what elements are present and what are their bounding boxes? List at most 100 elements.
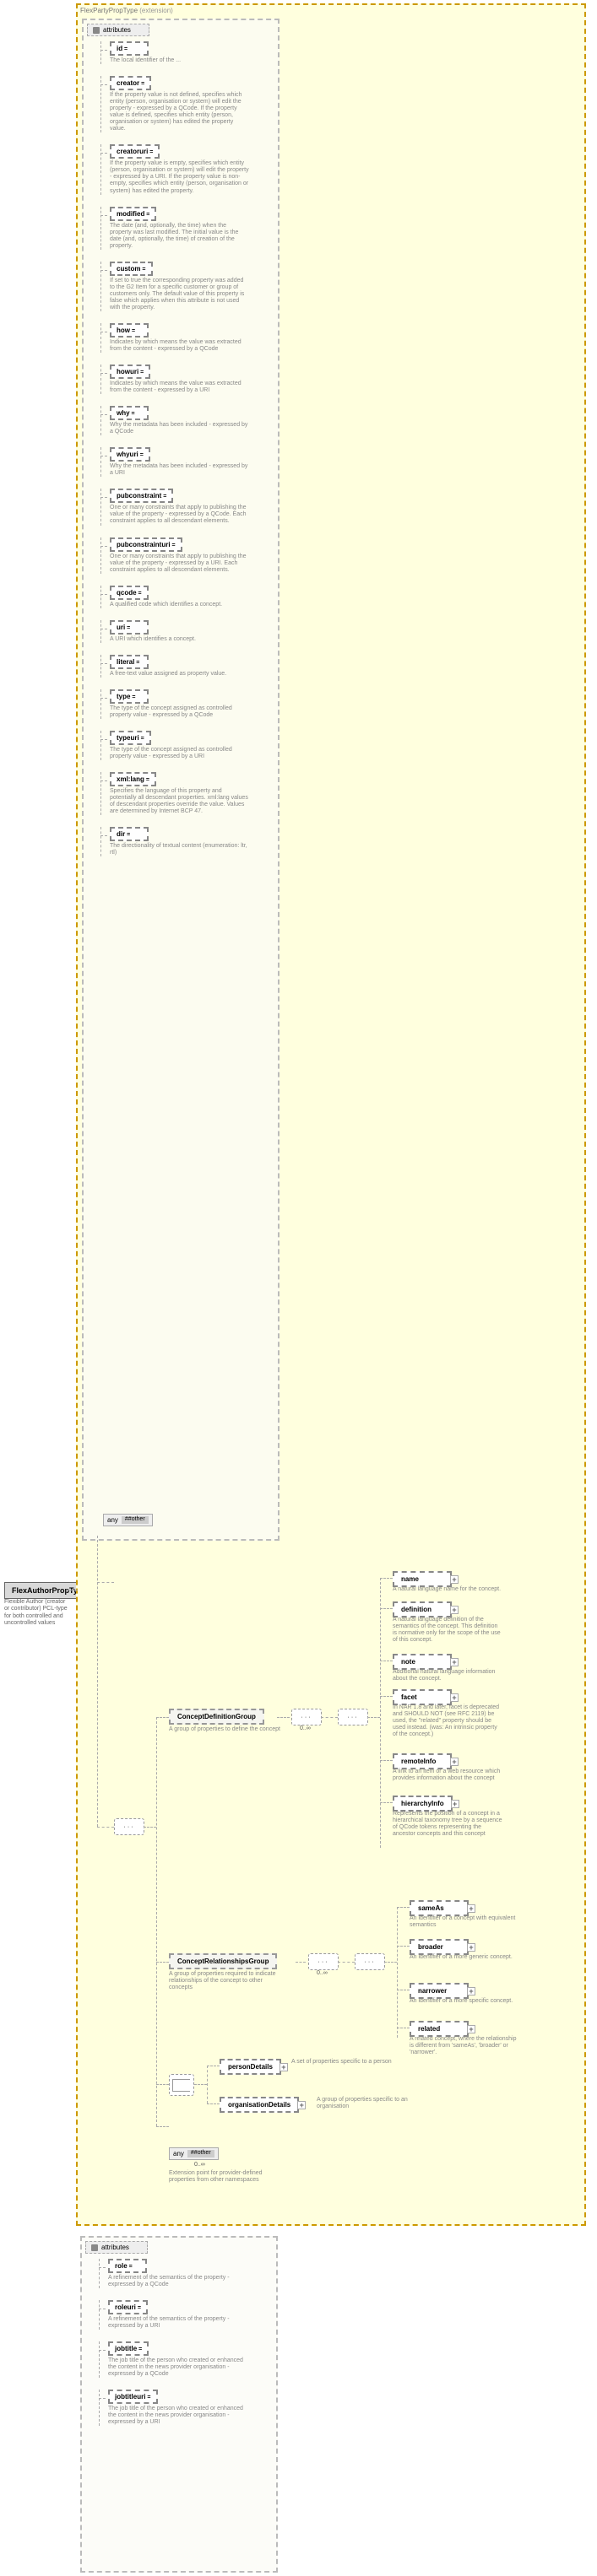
attribute-name: roleuri = — [108, 2300, 148, 2314]
attribute-name: creatoruri = — [110, 144, 160, 159]
any-namespace: ##other — [187, 2150, 214, 2157]
person-details-element: personDetails — [220, 2059, 281, 2075]
connector-line — [156, 1962, 169, 1963]
connector-line — [380, 1696, 393, 1697]
attributes-header: attributes — [87, 24, 149, 36]
sequence-connector: ··· — [355, 1953, 385, 1970]
extension-label: FlexPartyPropType (extension) — [80, 7, 173, 14]
attribute-desc: If the property value is empty, specifie… — [110, 160, 249, 194]
element-facet: facet — [393, 1689, 452, 1705]
group-name: ConceptDefinitionGroup — [177, 1713, 256, 1720]
element-related: related — [410, 2021, 469, 2037]
attribute-item: uri =A URI which identifies a concept. — [100, 620, 278, 643]
connector-line — [397, 1907, 410, 1908]
connector-line — [380, 1608, 393, 1609]
connector-line — [380, 1578, 393, 1579]
attribute-desc: The type of the concept assigned as cont… — [110, 747, 249, 760]
any-attribute-box: any ##other — [103, 1514, 153, 1526]
element-hierarchyinfo: hierarchyInfo — [393, 1796, 453, 1812]
attributes-header: attributes — [85, 2241, 148, 2254]
connector-line — [380, 1578, 381, 1848]
attribute-desc: The type of the concept assigned as cont… — [110, 705, 249, 719]
element-definition: definition — [393, 1601, 452, 1617]
attribute-name: pubconstraint = — [110, 489, 173, 503]
connector-line — [194, 2084, 207, 2085]
connector-line — [97, 1582, 114, 1583]
element-desc: A link to an item or a web resource whic… — [393, 1769, 502, 1782]
element-broader: broader — [410, 1939, 469, 1955]
element-desc: A natural language name for the concept. — [393, 1586, 502, 1593]
attributes-icon — [91, 2244, 98, 2251]
any-namespace: ##other — [122, 1516, 149, 1524]
attribute-desc: A free-text value assigned as property v… — [110, 671, 249, 678]
attribute-desc: A refinement of the semantics of the pro… — [108, 2316, 247, 2330]
attributes-list: role = A refinement of the semantics of t… — [82, 2259, 276, 2426]
connector-line — [277, 1717, 290, 1718]
concept-relationships-group: ConceptRelationshipsGroup — [169, 1953, 277, 1969]
attribute-item: jobtitleuri =The job title of the person… — [99, 2390, 276, 2426]
any-element-box: any ##other — [169, 2147, 219, 2160]
connector-line — [97, 1827, 114, 1828]
any-label: any — [173, 2150, 184, 2157]
attribute-desc: The directionality of textual content (e… — [110, 843, 249, 856]
attribute-name: role = — [108, 2259, 147, 2273]
sequence-connector: ··· — [338, 1709, 368, 1725]
any-element-desc: Extension point for provider-defined pro… — [169, 2170, 279, 2184]
attribute-item: why =Why the metadata has been included … — [100, 406, 278, 435]
attribute-name: dir = — [110, 827, 149, 841]
attribute-name: uri = — [110, 620, 149, 635]
attribute-desc: The date (and, optionally, the time) whe… — [110, 223, 249, 250]
element-name: name — [393, 1571, 452, 1587]
attribute-item: custom = If set to true the corresponding… — [100, 262, 278, 311]
attribute-desc: A qualified code which identifies a conc… — [110, 602, 249, 608]
connector-line — [397, 1946, 410, 1947]
attributes-list: id =The local identifier of the ... creat… — [84, 41, 278, 856]
group-name: ConceptRelationshipsGroup — [177, 1958, 269, 1965]
attributes-header-label: attributes — [103, 26, 131, 34]
element-narrower: narrower — [410, 1983, 469, 1999]
attribute-desc: Indicates by which means the value was e… — [110, 381, 249, 394]
attributes-container-1: attributes id =The local identifier of t… — [82, 19, 280, 1541]
attribute-item: id =The local identifier of the ... — [100, 41, 278, 64]
attribute-item: roleuri = A refinement of the semantics o… — [99, 2300, 276, 2330]
extension-type-name: FlexPartyPropType — [80, 7, 138, 14]
organisation-details-element: organisationDetails — [220, 2097, 299, 2113]
attribute-name: jobtitle = — [108, 2341, 149, 2356]
attribute-desc: If the property value is not defined, sp… — [110, 92, 249, 132]
attribute-desc: The local identifier of the ... — [110, 57, 249, 64]
element-desc: Represents the position of a concept in … — [393, 1811, 502, 1838]
attribute-name: how = — [110, 323, 149, 338]
attribute-item: pubconstraint =One or many constraints t… — [100, 489, 278, 525]
attribute-item: modified =The date (and, optionally, the… — [100, 207, 278, 250]
attribute-name: creator = — [110, 76, 151, 90]
concept-definition-group: ConceptDefinitionGroup — [169, 1709, 264, 1725]
connector-line — [97, 1536, 98, 1827]
attribute-item: whyuri =Why the metadata has been includ… — [100, 447, 278, 477]
attribute-name: xml:lang = — [110, 772, 156, 786]
attribute-desc: One or many constraints that apply to pu… — [110, 554, 249, 574]
any-label: any — [107, 1516, 118, 1524]
attribute-item: how =Indicates by which means the value … — [100, 323, 278, 353]
attribute-name: custom = — [110, 262, 153, 276]
sequence-connector: ··· — [308, 1953, 339, 1970]
attribute-name: whyuri = — [110, 447, 150, 462]
element-note: note — [393, 1654, 452, 1670]
attribute-item: typeuri =The type of the concept assigne… — [100, 731, 278, 760]
element-sameas: sameAs — [410, 1900, 469, 1916]
concept-relationships-group-desc: A group of properties required to indica… — [169, 1971, 287, 1991]
attribute-item: role = A refinement of the semantics of t… — [99, 2259, 276, 2288]
person-details-desc: A set of properties specific to a person — [291, 2059, 401, 2066]
attribute-desc: The job title of the person who created … — [108, 2357, 247, 2378]
attributes-header-label: attributes — [101, 2244, 129, 2251]
attribute-item: dir = The directionality of textual conte… — [100, 827, 278, 856]
attribute-desc: If set to true the corresponding propert… — [110, 278, 249, 311]
attribute-desc: A refinement of the semantics of the pro… — [108, 2275, 247, 2288]
connector-line — [207, 2066, 208, 2103]
attribute-desc: Why the metadata has been included - exp… — [110, 463, 249, 477]
element-name: organisationDetails — [228, 2101, 290, 2109]
attribute-name: why = — [110, 406, 149, 420]
element-name: personDetails — [228, 2063, 273, 2071]
cardinality: 0..∞ — [317, 1970, 328, 1976]
element-desc: In NAR 1.8 and later, facet is deprecate… — [393, 1704, 502, 1738]
sequence-connector: ··· — [114, 1818, 144, 1835]
